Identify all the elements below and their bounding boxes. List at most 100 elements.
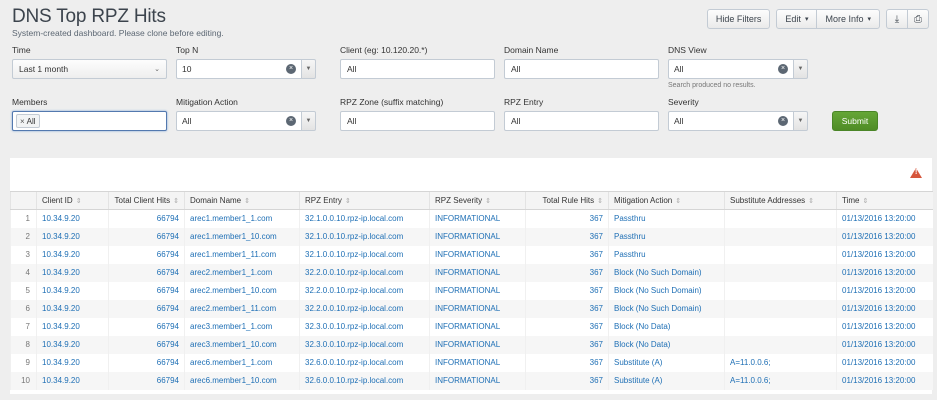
table-cell[interactable]: 01/13/2016 13:20:00 [836,245,933,264]
submit-button[interactable]: Submit [832,111,878,131]
table-row[interactable]: 8 10.34.9.20 66794 arec3.member1_10.com 32.3… [10,335,933,354]
table-cell[interactable]: Passthru [608,209,725,228]
table-cell[interactable]: 01/13/2016 13:20:00 [836,353,933,372]
print-icon[interactable]: ⎙ [907,9,929,29]
table-cell[interactable]: INFORMATIONAL [429,245,526,264]
table-cell[interactable]: Block (No Data) [608,335,725,354]
table-cell[interactable]: arec3.member1_10.com [184,335,300,354]
column-header[interactable]: RPZ Severity ⇕ [429,191,526,210]
table-cell[interactable]: INFORMATIONAL [429,353,526,372]
table-cell[interactable]: 32.1.0.0.10.rpz-ip.local.com [299,209,430,228]
table-cell[interactable]: INFORMATIONAL [429,335,526,354]
sort-icon[interactable]: ⇕ [808,198,814,205]
table-cell[interactable]: Block (No Such Domain) [608,281,725,300]
table-cell[interactable]: 367 [525,335,609,354]
table-cell[interactable]: arec6.member1_10.com [184,371,300,390]
table-cell[interactable]: 01/13/2016 13:20:00 [836,299,933,318]
table-cell[interactable]: Block (No Such Domain) [608,299,725,318]
table-cell[interactable]: 367 [525,209,609,228]
table-cell[interactable]: 367 [525,371,609,390]
table-cell[interactable]: 66794 [108,227,185,246]
table-cell[interactable]: 367 [525,263,609,282]
table-cell[interactable]: 10.34.9.20 [36,263,109,282]
clear-icon[interactable]: × [778,64,788,74]
table-cell[interactable]: 01/13/2016 13:20:00 [836,263,933,282]
table-cell[interactable]: arec2.member1_10.com [184,281,300,300]
table-cell[interactable]: arec2.member1_1.com [184,263,300,282]
sort-icon[interactable]: ⇕ [862,198,868,205]
table-row[interactable]: 1 10.34.9.20 66794 arec1.member1_1.com 32.1.… [10,209,933,228]
table-cell[interactable]: Passthru [608,227,725,246]
table-cell[interactable]: 66794 [108,281,185,300]
sort-icon[interactable]: ⇕ [485,198,491,205]
clear-icon[interactable]: × [778,116,788,126]
table-cell[interactable]: arec3.member1_1.com [184,317,300,336]
column-header[interactable]: Time ⇕ [836,191,933,210]
table-cell[interactable]: INFORMATIONAL [429,209,526,228]
table-cell[interactable]: INFORMATIONAL [429,263,526,282]
mitigation-combobox[interactable]: All × ▼ [176,111,316,131]
clear-icon[interactable]: × [286,116,296,126]
warning-icon[interactable] [910,168,922,178]
table-row[interactable]: 4 10.34.9.20 66794 arec2.member1_1.com 32.2.… [10,263,933,282]
table-cell[interactable]: 66794 [108,317,185,336]
table-cell[interactable]: 32.6.0.0.10.rpz-ip.local.com [299,353,430,372]
table-cell[interactable]: 66794 [108,245,185,264]
table-cell[interactable]: 367 [525,317,609,336]
client-input[interactable]: All [340,59,495,79]
members-multiselect[interactable]: × All [12,111,167,131]
table-cell[interactable]: 66794 [108,335,185,354]
sort-icon[interactable]: ⇕ [173,198,179,205]
table-row[interactable]: 5 10.34.9.20 66794 arec2.member1_10.com 32.2… [10,281,933,300]
table-cell[interactable]: 01/13/2016 13:20:00 [836,371,933,390]
table-cell[interactable]: 01/13/2016 13:20:00 [836,281,933,300]
table-row[interactable]: 10 10.34.9.20 66794 arec6.member1_10.com 32.… [10,371,933,390]
table-cell[interactable]: 10.34.9.20 [36,371,109,390]
table-row[interactable]: 9 10.34.9.20 66794 arec6.member1_1.com 32.6.… [10,353,933,372]
rpzzone-input[interactable]: All [340,111,495,131]
table-cell[interactable]: 10.34.9.20 [36,209,109,228]
table-cell[interactable]: 66794 [108,371,185,390]
table-cell[interactable]: arec2.member1_11.com [184,299,300,318]
table-cell[interactable]: 66794 [108,209,185,228]
table-cell[interactable]: 10.34.9.20 [36,299,109,318]
table-cell[interactable]: 367 [525,299,609,318]
table-cell[interactable]: 10.34.9.20 [36,281,109,300]
table-cell[interactable]: 32.2.0.0.10.rpz-ip.local.com [299,263,430,282]
column-header[interactable]: Client ID ⇕ [36,191,109,210]
topn-combobox[interactable]: 10 × ▼ [176,59,316,79]
sort-icon[interactable]: ⇕ [597,198,603,205]
sort-icon[interactable]: ⇕ [244,198,250,205]
table-cell[interactable]: 10.34.9.20 [36,353,109,372]
table-cell[interactable]: 367 [525,353,609,372]
table-cell[interactable]: INFORMATIONAL [429,227,526,246]
table-cell[interactable]: 01/13/2016 13:20:00 [836,335,933,354]
table-row[interactable]: 3 10.34.9.20 66794 arec1.member1_11.com 32.1… [10,245,933,264]
table-cell[interactable] [724,209,837,228]
table-cell[interactable]: A=11.0.0.6; [724,371,837,390]
column-header[interactable]: Mitigation Action ⇕ [608,191,725,210]
table-cell[interactable]: 367 [525,227,609,246]
table-cell[interactable]: 01/13/2016 13:20:00 [836,209,933,228]
table-cell[interactable]: 10.34.9.20 [36,245,109,264]
column-header[interactable]: Domain Name ⇕ [184,191,300,210]
table-cell[interactable]: 10.34.9.20 [36,227,109,246]
remove-token-icon[interactable]: × [20,117,25,126]
table-cell[interactable]: INFORMATIONAL [429,299,526,318]
table-cell[interactable]: INFORMATIONAL [429,281,526,300]
table-row[interactable]: 2 10.34.9.20 66794 arec1.member1_10.com 32.1… [10,227,933,246]
table-cell[interactable]: 66794 [108,263,185,282]
time-select[interactable]: Last 1 month ⌄ [12,59,167,79]
dropdown-arrow-icon[interactable]: ▼ [302,111,316,131]
table-cell[interactable]: 10.34.9.20 [36,335,109,354]
dropdown-arrow-icon[interactable]: ▼ [794,59,808,79]
table-cell[interactable] [724,227,837,246]
rpzentry-input[interactable]: All [504,111,659,131]
table-cell[interactable]: INFORMATIONAL [429,317,526,336]
sort-icon[interactable]: ⇕ [675,198,681,205]
hide-filters-button[interactable]: Hide Filters [706,9,771,29]
table-cell[interactable]: 32.2.0.0.10.rpz-ip.local.com [299,299,430,318]
dropdown-arrow-icon[interactable]: ▼ [302,59,316,79]
table-cell[interactable]: Block (No Such Domain) [608,263,725,282]
table-cell[interactable]: Block (No Data) [608,317,725,336]
